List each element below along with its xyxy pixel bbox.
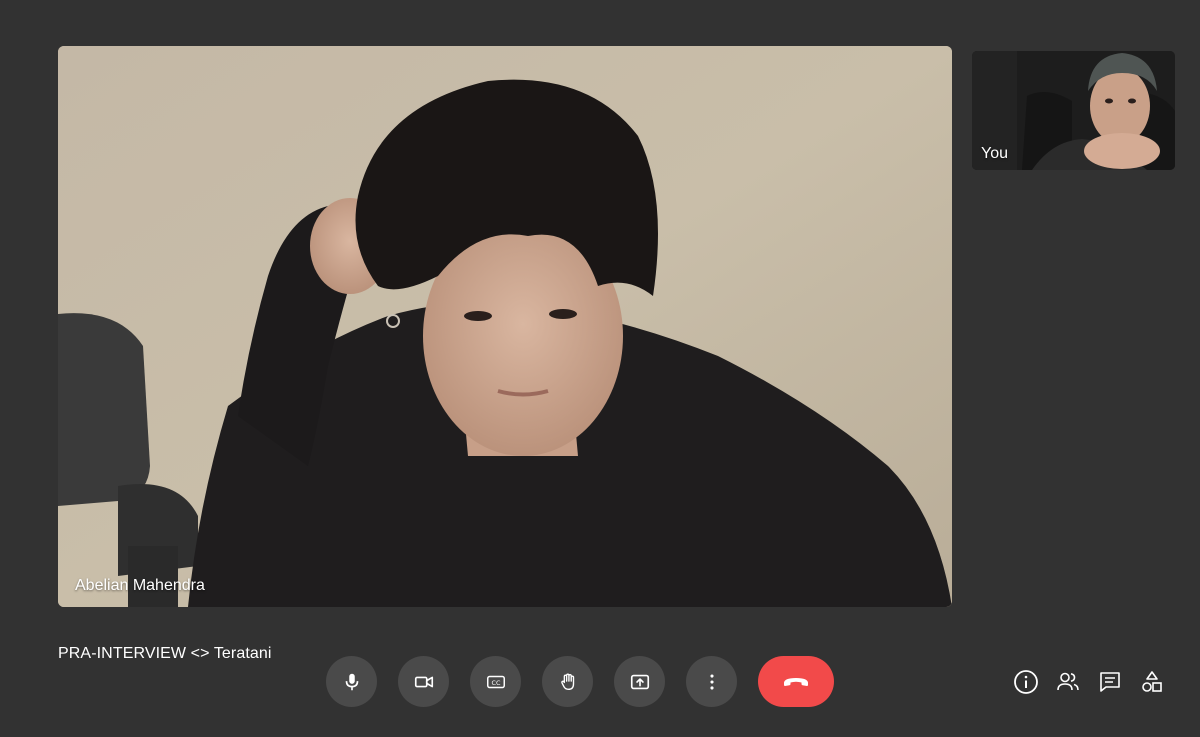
camera-button[interactable] [398, 656, 449, 707]
microphone-button[interactable] [326, 656, 377, 707]
more-options-button[interactable] [686, 656, 737, 707]
more-options-icon [709, 673, 714, 690]
people-icon [1057, 672, 1079, 691]
side-panel-icons [998, 668, 1166, 696]
activities-icon [1142, 671, 1162, 692]
captions-button[interactable]: CC [470, 656, 521, 707]
main-participant-video[interactable]: Abelian Mahendra [58, 46, 952, 607]
self-view-label: You [981, 145, 1008, 162]
microphone-icon [345, 673, 358, 690]
meeting-details-button[interactable] [1012, 668, 1040, 696]
hand-icon [560, 673, 574, 690]
chat-icon [1100, 672, 1120, 692]
closed-captions-icon: CC [486, 675, 505, 688]
main-participant-name: Abelian Mahendra [75, 577, 205, 594]
call-controls: CC [326, 656, 834, 707]
chat-button[interactable] [1096, 668, 1124, 696]
present-screen-icon [630, 674, 649, 689]
raise-hand-button[interactable] [542, 656, 593, 707]
meeting-stage: Abelian Mahendra You PRA-INTERVIEW <> Te… [0, 0, 1200, 737]
svg-text:CC: CC [491, 678, 500, 686]
meeting-title: PRA-INTERVIEW <> Teratani [58, 645, 272, 662]
main-video-frame [58, 46, 952, 607]
end-call-button[interactable] [758, 656, 834, 707]
self-view-video[interactable]: You [972, 51, 1175, 170]
present-button[interactable] [614, 656, 665, 707]
video-camera-icon [414, 676, 433, 687]
info-icon [1014, 670, 1038, 694]
activities-button[interactable] [1138, 668, 1166, 696]
end-call-icon [784, 677, 808, 686]
people-button[interactable] [1054, 668, 1082, 696]
